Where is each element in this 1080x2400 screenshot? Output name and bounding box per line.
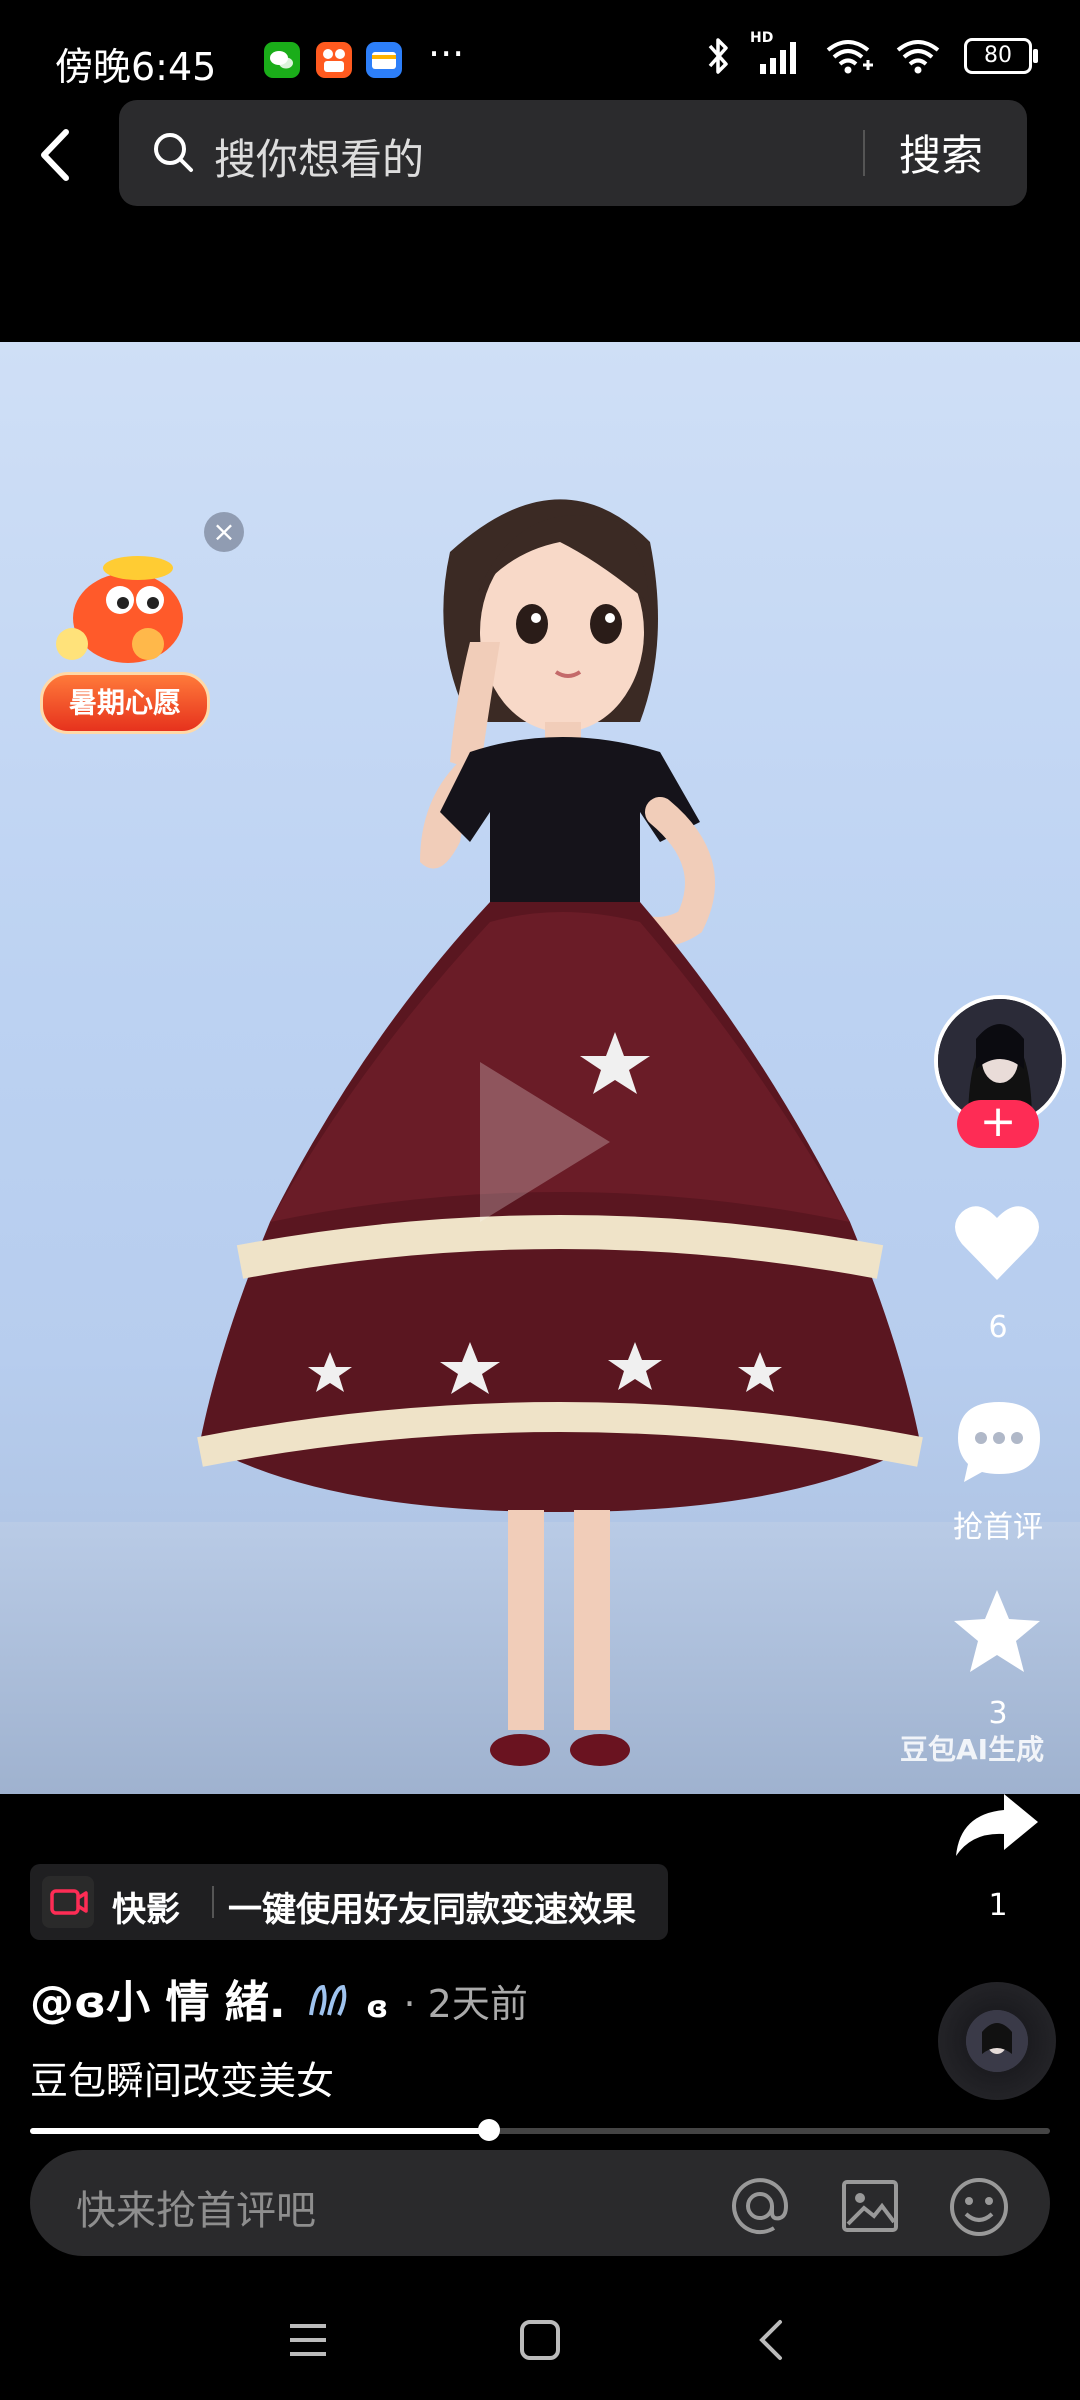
author-line[interactable]: @ɞ小 情 緒. ɞ · 2天前	[30, 1966, 528, 2030]
wifi-icon	[826, 40, 873, 74]
nav-back-button[interactable]	[750, 2318, 794, 2366]
back-triangle-icon	[759, 2320, 782, 2360]
video-progress-handle[interactable]	[478, 2119, 500, 2141]
app-promo-chip[interactable]: 快影 一键使用好友同款变速效果	[30, 1864, 668, 1940]
search-icon	[151, 130, 195, 178]
wallet-icon	[366, 42, 402, 78]
back-button[interactable]	[30, 120, 80, 190]
like-button[interactable]	[952, 1200, 1042, 1288]
image-icon[interactable]	[840, 2176, 898, 2232]
kuaishou-icon	[316, 42, 352, 78]
emoji-icon[interactable]	[948, 2176, 1008, 2236]
status-time: 傍晚6:45	[55, 45, 217, 89]
menu-icon	[290, 2324, 326, 2356]
post-caption: 豆包瞬间改变美女	[30, 2059, 335, 2103]
app-chip-name: 快影	[112, 1890, 180, 1930]
favorite-count: 3	[988, 1696, 1008, 1731]
promo-close-button[interactable]: ×	[204, 512, 244, 552]
comment-bubble-icon	[958, 1402, 1040, 1482]
search-input[interactable]: 搜你想看的	[214, 126, 424, 187]
share-arrow-icon	[956, 1794, 1038, 1856]
status-right-group: HD 80	[704, 30, 1038, 76]
separator-dot: ·	[403, 1982, 416, 2026]
kuaiying-icon	[42, 1876, 94, 1928]
music-disc[interactable]	[938, 1982, 1056, 2100]
wechat-icon	[264, 42, 300, 78]
video-progress-bar[interactable]	[30, 2119, 1050, 2141]
bluetooth-icon	[708, 38, 728, 74]
video-progress-fill	[30, 2128, 489, 2134]
music-cover-image	[966, 2010, 1028, 2072]
ribbon-emoji-icon	[308, 1984, 347, 2016]
post-time-group: · 2天前	[403, 1982, 527, 2026]
promo-mascot-icon[interactable]	[48, 548, 198, 668]
ai-generated-watermark: 豆包AI生成	[900, 1733, 1045, 1766]
author-suffix: ɞ	[366, 1990, 389, 2025]
cell-signal-icon: HD	[750, 30, 806, 76]
home-square-icon	[520, 2320, 560, 2360]
star-icon	[954, 1590, 1040, 1672]
comment-input[interactable]: 快来抢首评吧	[76, 2178, 316, 2236]
promo-label[interactable]: 暑期心愿	[40, 672, 210, 734]
search-button[interactable]: 搜索	[899, 122, 983, 183]
comment-bar[interactable]: 快来抢首评吧	[30, 2150, 1050, 2256]
like-count: 6	[988, 1310, 1008, 1345]
mention-icon[interactable]	[730, 2176, 789, 2235]
battery-icon: 80	[964, 38, 1038, 74]
system-nav-bar	[0, 2290, 1080, 2400]
app-chip-divider	[212, 1886, 214, 1918]
post-time: 2天前	[427, 1982, 528, 2026]
more-notifications-icon: ···	[428, 32, 465, 76]
nav-menu-button[interactable]	[286, 2318, 330, 2366]
nav-home-button[interactable]	[518, 2318, 562, 2366]
wifi-2-icon	[896, 40, 940, 74]
comment-label: 抢首评	[953, 1510, 1043, 1545]
comment-button[interactable]	[954, 1398, 1044, 1488]
search-box[interactable]: 搜你想看的 搜索	[119, 100, 1027, 206]
favorite-button[interactable]	[952, 1588, 1042, 1678]
author-name[interactable]: @ɞ小 情 緒.	[30, 1977, 286, 2028]
heart-icon	[955, 1206, 1039, 1280]
app-chip-text: 一键使用好友同款变速效果	[228, 1890, 636, 1930]
chevron-left-icon	[41, 129, 69, 181]
share-count: 1	[988, 1888, 1008, 1923]
share-button[interactable]	[952, 1790, 1042, 1864]
follow-button[interactable]: +	[957, 1100, 1039, 1148]
search-divider	[863, 130, 865, 176]
